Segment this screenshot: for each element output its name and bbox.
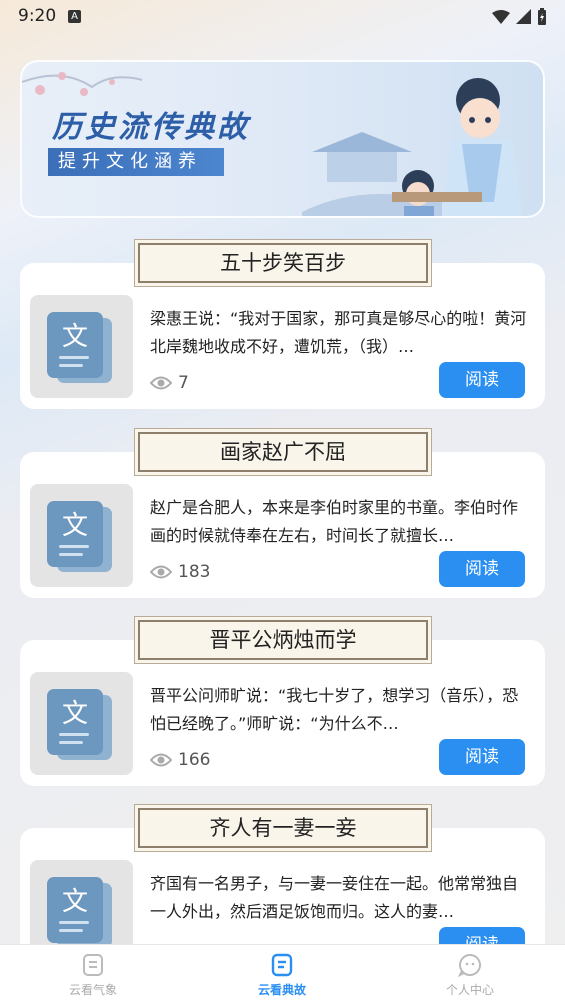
story-excerpt: 齐国有一名男子，与一妻一妾住在一起。他常常独自一人外出，然后酒足饭饱而归。这人的… [150,874,519,921]
status-icons [492,8,547,25]
tab-stories[interactable]: 云看典故 [222,953,342,998]
tab-weather[interactable]: 云看气象 [33,953,153,998]
eye-icon [150,565,172,579]
thumb-char: 文 [61,322,88,352]
chat-face-icon [458,953,481,977]
tab-label: 云看气象 [68,983,117,997]
document-icon: 文 [47,312,103,378]
eye-icon [150,376,172,390]
story-thumbnail: 文 [30,672,133,775]
banner-subtitle: 提升文化涵养 [48,148,224,176]
view-count-value: 183 [178,562,211,582]
document-icon: 文 [47,689,103,755]
story-excerpt: 梁惠王说：“我对于国家，那可真是够尽心的啦！黄河北岸魏地收成不好，遭饥荒，（我）… [150,309,527,356]
story-title: 五十步笑百步 [137,242,429,284]
view-count-value: 166 [178,750,211,770]
status-time: 9:20 [18,6,57,26]
history-banner[interactable]: 历史流传典故 提升文化涵养 [20,60,545,218]
story-excerpt: 晋平公问师旷说：“我七十岁了，想学习（音乐），恐怕已经晚了。”师旷说：“为什么不… [150,686,519,733]
status-bar: 9:20 A [0,0,565,34]
story-title: 画家赵广不屈 [137,431,429,473]
document-icon: 文 [47,501,103,567]
accessibility-a-icon: A [68,10,81,23]
bottom-tab-bar: 云看气象 云看典故 个人中心 [0,944,565,1004]
read-button[interactable]: 阅读 [439,362,525,398]
thumb-char: 文 [61,887,88,917]
story-title: 齐人有一妻一妾 [137,807,429,849]
tab-label: 云看典故 [257,983,306,997]
story-title: 晋平公炳烛而学 [137,619,429,661]
story-thumbnail: 文 [30,295,133,398]
doc-text-icon [271,953,293,977]
doc-list-icon [83,954,103,976]
thumb-char: 文 [61,511,88,541]
signal-icon [516,9,531,24]
tab-label: 个人中心 [445,983,494,997]
view-count: 7 [150,373,189,393]
wifi-icon [492,9,510,24]
read-button[interactable]: 阅读 [439,551,525,587]
story-card[interactable]: 五十步笑百步 文 梁惠王说：“我对于国家，那可真是够尽心的啦！黄河北岸魏地收成不… [20,242,545,409]
read-button[interactable]: 阅读 [439,739,525,775]
view-count: 166 [150,750,210,770]
story-card[interactable]: 晋平公炳烛而学 文 晋平公问师旷说：“我七十岁了，想学习（音乐），恐怕已经晚了。… [20,619,545,786]
banner-title: 历史流传典故 [52,110,250,145]
eye-icon [150,753,172,767]
battery-icon [538,8,546,25]
view-count: 183 [150,562,210,582]
tab-profile[interactable]: 个人中心 [410,953,530,998]
view-count-value: 7 [178,373,189,393]
document-icon: 文 [47,877,103,943]
story-card[interactable]: 画家赵广不屈 文 赵广是合肥人，本来是李伯时家里的书童。李伯时作画的时候就侍奉在… [20,431,545,598]
story-excerpt: 赵广是合肥人，本来是李伯时家里的书童。李伯时作画的时候就侍奉在左右，时间长了就擅… [150,498,519,545]
thumb-char: 文 [61,699,88,729]
story-thumbnail: 文 [30,484,133,587]
